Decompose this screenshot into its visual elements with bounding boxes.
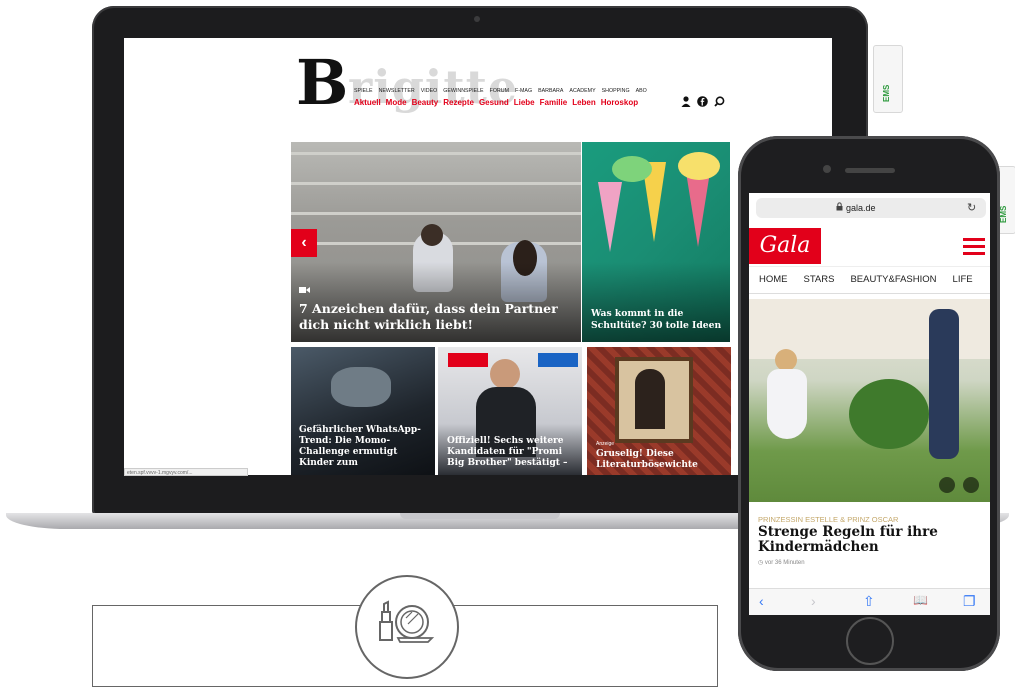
main-nav-item[interactable]: Aktuell: [354, 98, 381, 107]
top-nav-item[interactable]: GEWINNSPIELE: [443, 88, 483, 94]
whatsapp-icon[interactable]: [963, 477, 979, 493]
phone-home-button[interactable]: [846, 617, 894, 665]
brigitte-top-nav: SPIELE NEWSLETTER VIDEO GEWINNSPIELE FORUM F-…: [354, 88, 653, 94]
gala-nav: HOME STARS BEAUTY&FASHION LIFE: [749, 266, 990, 294]
bush: [849, 379, 929, 449]
tile-figure: [331, 367, 391, 407]
gala-nav-item[interactable]: BEAUTY&FASHION: [850, 274, 936, 285]
article-headline[interactable]: Gefährlicher WhatsApp-Trend: Die Momo-Ch…: [299, 425, 427, 469]
status-url: eten.spf.vvvv-1.mgvyv.com/...: [124, 468, 248, 476]
safari-toolbar: ‹ › ⇧ 📖 ❐: [749, 588, 990, 615]
cone-shape: [686, 172, 710, 247]
person-head: [421, 224, 443, 246]
main-nav-item[interactable]: Leben: [572, 98, 596, 107]
gala-nav-item[interactable]: STARS: [804, 274, 835, 285]
forward-icon[interactable]: ›: [811, 593, 816, 609]
main-nav-item[interactable]: Mode: [386, 98, 407, 107]
top-nav-item[interactable]: BARBARA: [538, 88, 563, 94]
bookmarks-icon[interactable]: 📖: [913, 593, 928, 607]
ems-tag: EMS: [873, 45, 903, 113]
user-icon[interactable]: [681, 96, 694, 110]
gala-nav-item[interactable]: LIFE: [953, 274, 973, 285]
child-dress: [767, 369, 807, 439]
search-icon[interactable]: [714, 96, 725, 110]
article-headline[interactable]: Gruselig! Diese Literaturbösewichte: [596, 449, 724, 471]
laptop-camera: [474, 16, 480, 22]
gala-article-image[interactable]: [749, 299, 990, 502]
child-head: [775, 349, 797, 371]
carousel-prev-button[interactable]: ‹: [291, 229, 317, 257]
top-nav-item[interactable]: NEWSLETTER: [379, 88, 415, 94]
back-icon[interactable]: ‹: [759, 593, 764, 609]
stair-line: [291, 212, 581, 215]
cone-shape: [598, 182, 622, 252]
top-nav-item[interactable]: FORUM: [490, 88, 509, 94]
ad-label: Anzeige: [596, 441, 615, 447]
reload-icon[interactable]: ↻: [967, 201, 976, 214]
phone-camera: [823, 165, 831, 173]
person-head: [490, 359, 520, 389]
clock-icon: ◷: [758, 560, 764, 566]
rtl-sign: [538, 353, 578, 367]
ems-tag-label: EMS: [882, 84, 891, 102]
gala-article-kicker: PRINZESSIN ESTELLE & PRINZ OSCAR: [758, 515, 899, 524]
adult-figure: [929, 309, 959, 459]
top-nav-item[interactable]: SHOPPING: [602, 88, 630, 94]
main-nav-item[interactable]: Gesund: [479, 98, 509, 107]
top-nav-item[interactable]: ACADEMY: [569, 88, 595, 94]
side-tile-headline[interactable]: Was kommt in die Schultüte? 30 tolle Ide…: [591, 308, 725, 332]
share-icon[interactable]: ⇧: [863, 593, 875, 610]
tabs-icon[interactable]: ❐: [963, 593, 976, 610]
rtl-sign: [448, 353, 488, 367]
top-nav-item[interactable]: F-MAG: [515, 88, 532, 94]
gala-logo[interactable]: Gala: [749, 228, 821, 264]
main-nav-item[interactable]: Beauty: [412, 98, 439, 107]
gala-article-time: ◷ vor 36 Minuten: [758, 559, 805, 566]
portrait-figure: [635, 369, 665, 429]
top-nav-item[interactable]: ABO: [636, 88, 647, 94]
ems-tag-label: EMS: [999, 205, 1008, 223]
brigitte-header-icons: [681, 96, 728, 110]
stair-line: [291, 152, 581, 155]
main-nav-item[interactable]: Rezepte: [443, 98, 474, 107]
main-nav-item[interactable]: Liebe: [514, 98, 535, 107]
tissue-top: [678, 152, 720, 180]
hero-headline[interactable]: 7 Anzeichen dafür, dass dein Partner dic…: [299, 301, 571, 333]
top-nav-item[interactable]: VIDEO: [421, 88, 437, 94]
top-nav-item[interactable]: SPIELE: [354, 88, 373, 94]
mirror-cosmetics-icon: [372, 592, 438, 658]
phone-speaker: [845, 168, 895, 173]
tissue-top: [612, 156, 652, 182]
article-headline[interactable]: Offiziell! Sechs weitere Kandidaten für …: [447, 436, 575, 469]
gala-nav-item[interactable]: HOME: [759, 274, 788, 285]
gala-article-headline[interactable]: Strenge Regeln für ihre Kindermädchen: [758, 525, 980, 555]
brigitte-logo[interactable]: B: [296, 52, 348, 114]
pinterest-icon[interactable]: [939, 477, 955, 493]
brigitte-main-nav: Aktuell Mode Beauty Rezepte Gesund Liebe Famil…: [354, 98, 643, 107]
stair-line: [291, 182, 581, 185]
gala-article-time-text: vor 36 Minuten: [764, 560, 805, 566]
phone-url-text: gala.de: [846, 203, 876, 213]
main-nav-item[interactable]: Horoskop: [601, 98, 638, 107]
hamburger-menu-icon[interactable]: [963, 238, 985, 259]
main-nav-item[interactable]: Familie: [540, 98, 568, 107]
video-icon: [299, 286, 311, 296]
laptop-notch: [400, 513, 560, 519]
facebook-icon[interactable]: [697, 96, 711, 110]
lock-icon: [836, 202, 843, 213]
